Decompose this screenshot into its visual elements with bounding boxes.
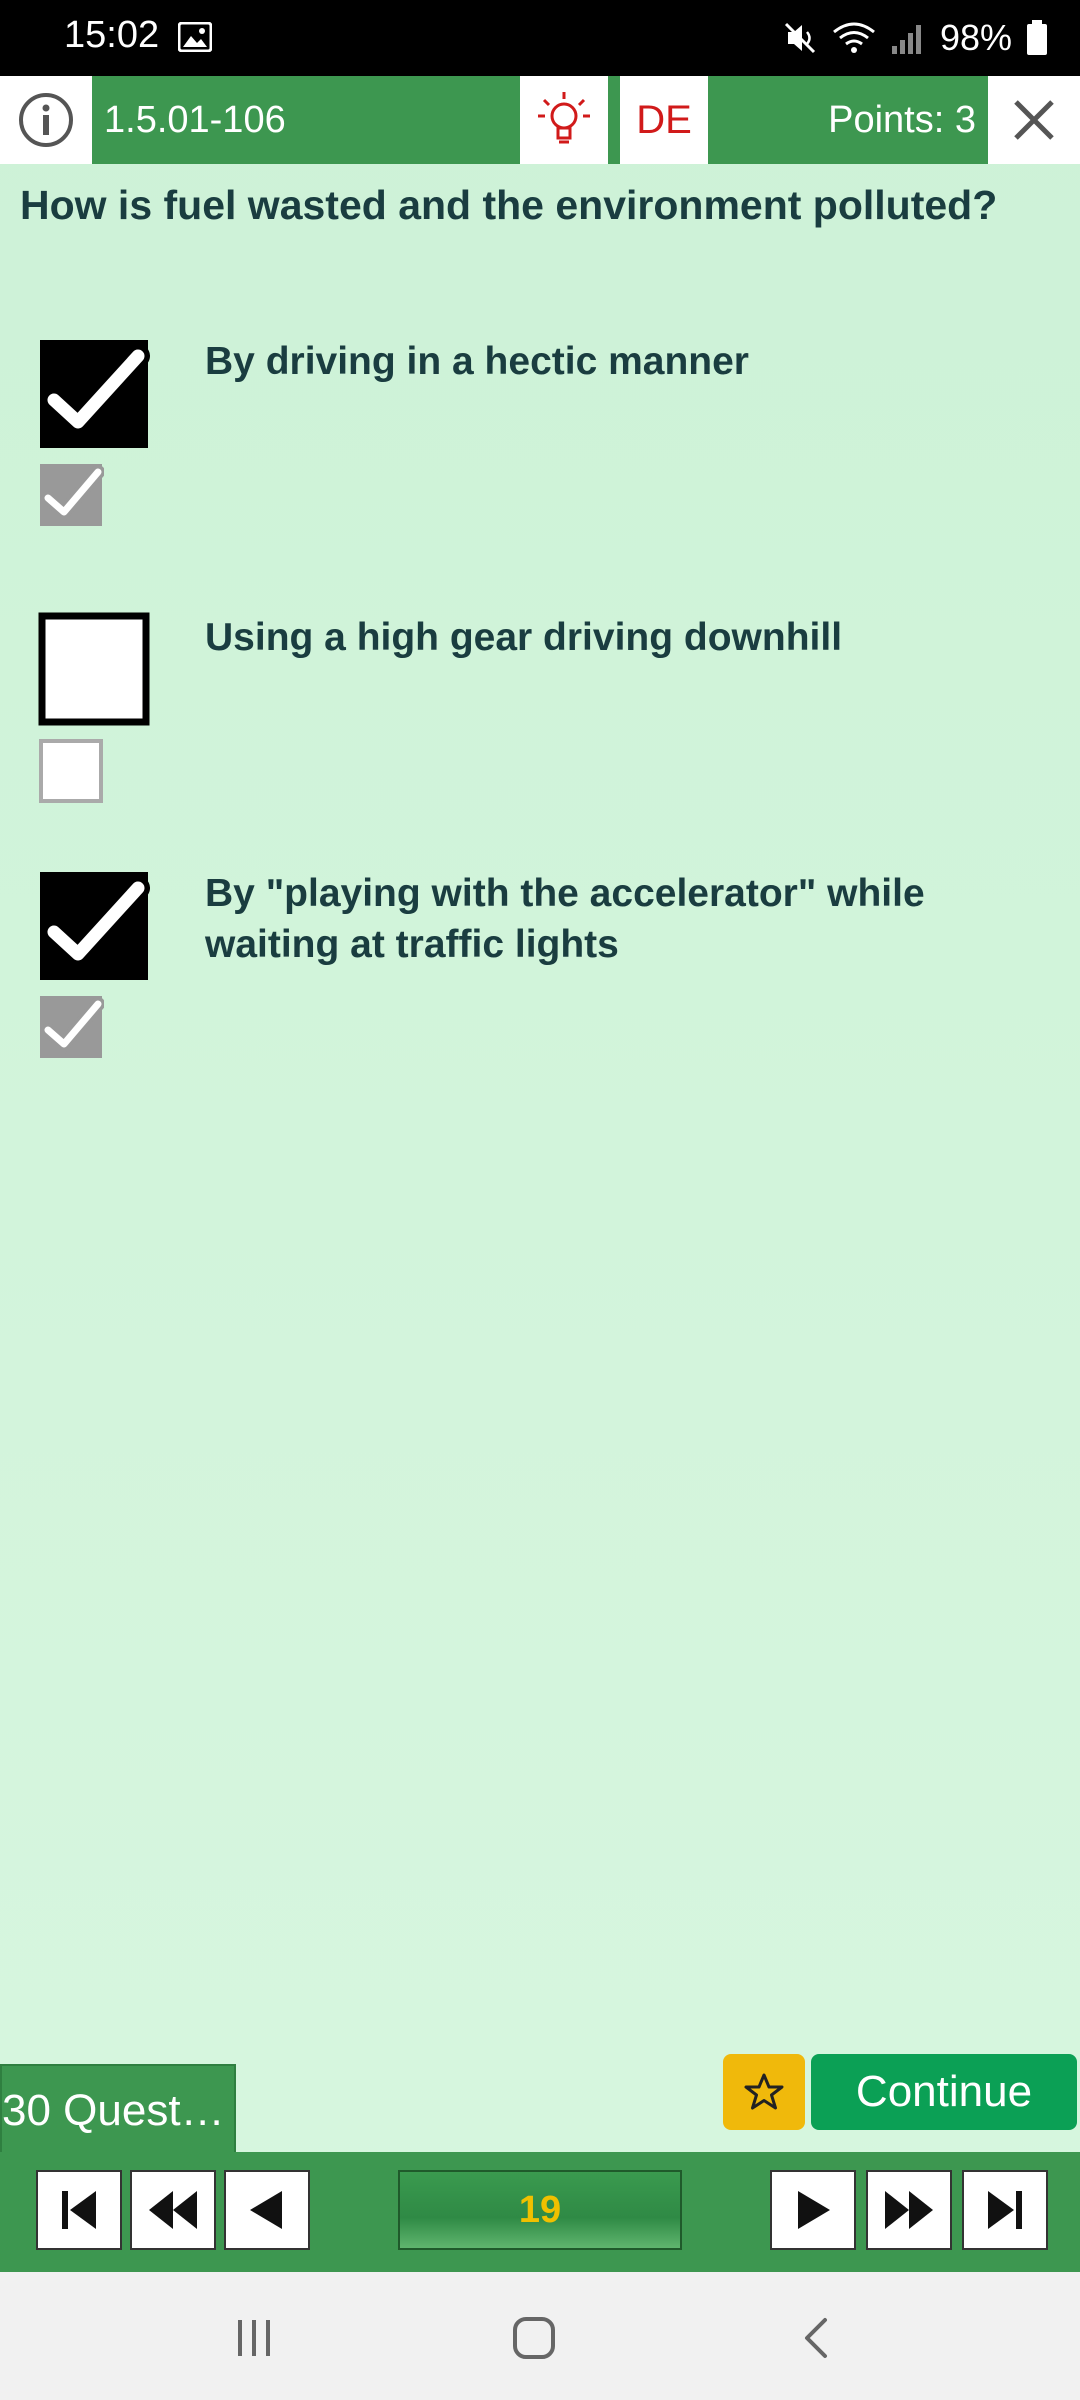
hint-button[interactable] [520,76,608,164]
info-icon [19,93,73,147]
info-button[interactable] [0,76,92,164]
close-icon [1014,100,1054,140]
question-list-tab[interactable]: 30 Questi… [0,2064,236,2154]
status-bar: 15:02 98% [0,0,1080,76]
gallery-icon [178,22,212,52]
status-time: 15:02 [64,14,160,56]
rewind-icon [149,2191,197,2229]
battery-icon [1027,20,1047,55]
last-question-button[interactable] [962,2170,1048,2250]
lightbulb-icon [538,92,590,144]
close-button[interactable] [988,76,1080,164]
back-button[interactable] [786,2316,846,2360]
last-icon [988,2191,1022,2229]
question-navigation: 19 [0,2152,1080,2272]
home-icon [513,2317,555,2359]
next-question-button[interactable] [770,2170,856,2250]
bookmark-button[interactable] [723,2054,805,2130]
continue-button[interactable]: Continue [811,2054,1077,2130]
back-icon [805,2318,827,2358]
next-icon [798,2191,830,2229]
quiz-screen: 1.5.01-106 DE Points: 3 How is fuel wast… [0,76,1080,2272]
question-header: 1.5.01-106 DE Points: 3 [0,76,1080,164]
rewind-button[interactable] [130,2170,216,2250]
answer-text: By "playing with the accelerator" while … [205,872,925,966]
solution-checkbox-unchecked [39,739,103,803]
question-text: How is fuel wasted and the environment p… [20,182,998,228]
fast-forward-button[interactable] [866,2170,952,2250]
system-nav-bar [0,2272,1080,2400]
question-counter[interactable]: 19 [398,2170,682,2250]
fast-forward-icon [885,2191,933,2229]
battery-percent: 98% [939,17,1012,58]
answer-checkbox-unchecked[interactable] [38,612,150,726]
previous-question-button[interactable] [224,2170,310,2250]
wifi-icon [833,22,875,53]
recent-apps-button[interactable] [224,2316,284,2360]
signal-icon [891,25,921,54]
language-button[interactable]: DE [620,76,708,164]
solution-checkbox-checked [40,464,104,526]
answer-checkbox-checked[interactable] [38,336,150,450]
star-icon [744,2073,784,2110]
prev-icon [250,2191,282,2229]
answer-checkbox-checked[interactable] [38,868,150,982]
question-id: 1.5.01-106 [104,99,286,141]
home-button[interactable] [504,2316,564,2360]
solution-checkbox-checked [40,996,104,1058]
points-label: Points: 3 [828,99,976,141]
first-icon [62,2191,96,2229]
mute-icon [784,22,815,54]
answer-text: By driving in a hectic manner [205,340,749,383]
first-question-button[interactable] [36,2170,122,2250]
answer-text: Using a high gear driving downhill [205,616,843,659]
recent-apps-icon [238,2320,270,2356]
